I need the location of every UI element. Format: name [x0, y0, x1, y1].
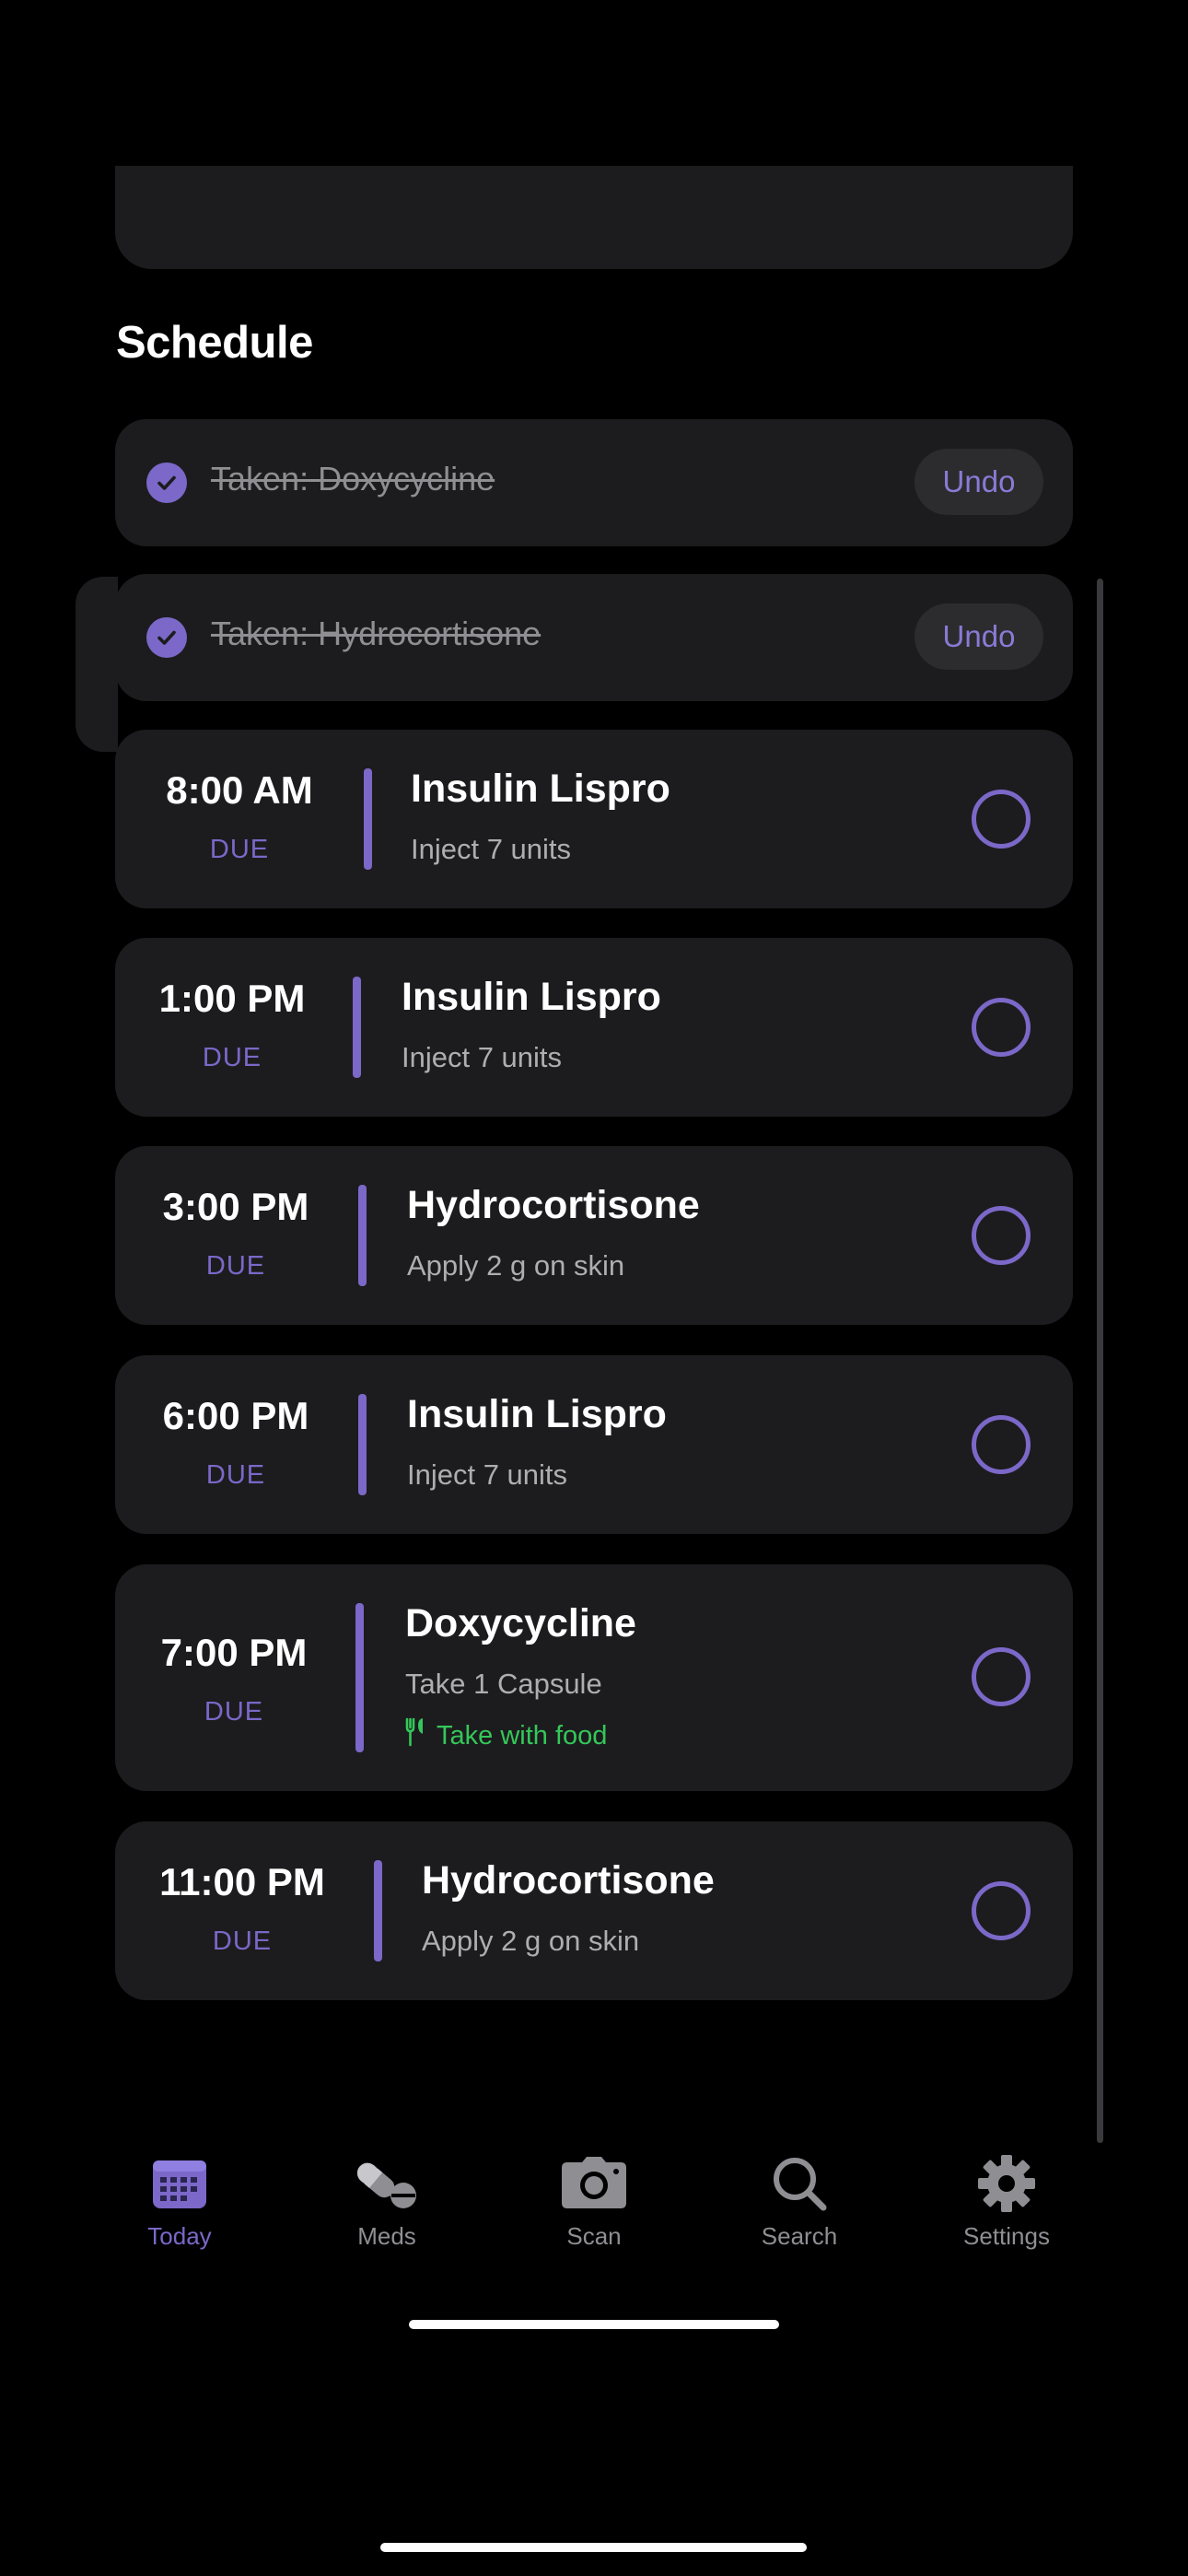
undo-button[interactable]: Undo	[914, 449, 1043, 515]
search-icon	[707, 2147, 891, 2220]
dose-row[interactable]: 3:00 PM DUE Hydrocortisone Apply 2 g on …	[115, 1146, 1073, 1325]
dose-time: 1:00 PM	[158, 977, 306, 1020]
dose-instruction: Inject 7 units	[402, 1041, 563, 1073]
dose-food-note: Take with food	[405, 1717, 607, 1754]
dose-divider	[358, 1185, 367, 1286]
mark-taken-button[interactable]	[972, 1647, 1031, 1706]
dose-time: 3:00 PM	[162, 1185, 309, 1228]
dose-med-name: Hydrocortisone	[422, 1858, 715, 1903]
dose-med-name: Hydrocortisone	[407, 1183, 700, 1227]
mark-taken-button[interactable]	[972, 998, 1031, 1057]
swipe-handle[interactable]	[76, 577, 118, 752]
fork-knife-icon	[405, 1717, 427, 1754]
dose-divider	[355, 1603, 364, 1752]
dose-instruction: Inject 7 units	[407, 1458, 568, 1491]
food-note-label: Take with food	[437, 1720, 608, 1751]
dose-status: DUE	[204, 1697, 264, 1727]
mark-taken-button[interactable]	[972, 1415, 1031, 1474]
dose-status: DUE	[205, 1251, 266, 1281]
taken-label: Taken: Doxycycline	[211, 460, 495, 498]
dose-med-name: Insulin Lispro	[407, 1392, 667, 1436]
tab-today[interactable]: Today	[87, 2147, 272, 2251]
home-indicator[interactable]	[409, 2320, 779, 2329]
dose-row[interactable]: 6:00 PM DUE Insulin Lispro Inject 7 unit…	[115, 1355, 1073, 1534]
tab-label: Today	[147, 2222, 212, 2250]
tab-bar: Today Meds Scan Search Settings	[0, 2147, 1188, 2294]
dose-status: DUE	[209, 835, 270, 864]
dose-med-name: Insulin Lispro	[402, 975, 661, 1019]
taken-row-doxycycline: Taken: Doxycycline Undo	[115, 419, 1073, 546]
dose-time: 8:00 AM	[166, 768, 313, 812]
tab-label: Search	[761, 2222, 838, 2250]
tab-settings[interactable]: Settings	[914, 2147, 1099, 2251]
dose-status: DUE	[212, 1926, 273, 1956]
dose-divider	[353, 977, 361, 1078]
section-title: Schedule	[116, 318, 313, 368]
home-indicator-outer[interactable]	[380, 2543, 807, 2552]
checkmark-icon	[146, 463, 187, 503]
dose-row[interactable]: 11:00 PM DUE Hydrocortisone Apply 2 g on…	[115, 1821, 1073, 2000]
tab-label: Scan	[566, 2222, 622, 2250]
taken-label: Taken: Hydrocortisone	[211, 615, 542, 652]
dose-med-name: Doxycycline	[405, 1601, 636, 1645]
tab-label: Meds	[357, 2222, 416, 2250]
dose-instruction: Take 1 Capsule	[405, 1668, 602, 1700]
tab-meds[interactable]: Meds	[295, 2147, 479, 2251]
mark-taken-button[interactable]	[972, 1206, 1031, 1265]
dose-instruction: Apply 2 g on skin	[407, 1249, 625, 1282]
dose-time: 11:00 PM	[159, 1860, 325, 1903]
tab-label: Settings	[963, 2222, 1050, 2250]
dose-divider	[374, 1860, 382, 1961]
previous-card	[115, 166, 1073, 269]
taken-row-hydrocortisone: Taken: Hydrocortisone Undo	[115, 574, 1073, 701]
checkmark-icon	[146, 617, 187, 658]
dose-status: DUE	[205, 1460, 266, 1490]
dose-divider	[364, 768, 372, 870]
camera-icon	[502, 2147, 686, 2220]
tab-search[interactable]: Search	[707, 2147, 891, 2251]
dose-row[interactable]: 7:00 PM DUE Doxycycline Take 1 Capsule T…	[115, 1564, 1073, 1791]
dose-row[interactable]: 8:00 AM DUE Insulin Lispro Inject 7 unit…	[115, 730, 1073, 908]
calendar-icon	[87, 2147, 272, 2220]
dose-med-name: Insulin Lispro	[411, 767, 670, 811]
dose-time: 7:00 PM	[160, 1631, 308, 1674]
dose-status: DUE	[202, 1043, 262, 1072]
dose-instruction: Apply 2 g on skin	[422, 1925, 640, 1957]
gear-icon	[914, 2147, 1099, 2220]
scrollbar[interactable]	[1097, 579, 1103, 2143]
pills-icon	[295, 2147, 479, 2220]
tab-scan[interactable]: Scan	[502, 2147, 686, 2251]
mark-taken-button[interactable]	[972, 790, 1031, 849]
dose-row[interactable]: 1:00 PM DUE Insulin Lispro Inject 7 unit…	[115, 938, 1073, 1117]
dose-instruction: Inject 7 units	[411, 833, 572, 865]
dose-divider	[358, 1394, 367, 1495]
undo-button[interactable]: Undo	[914, 603, 1043, 670]
mark-taken-button[interactable]	[972, 1881, 1031, 1940]
dose-time: 6:00 PM	[162, 1394, 309, 1437]
